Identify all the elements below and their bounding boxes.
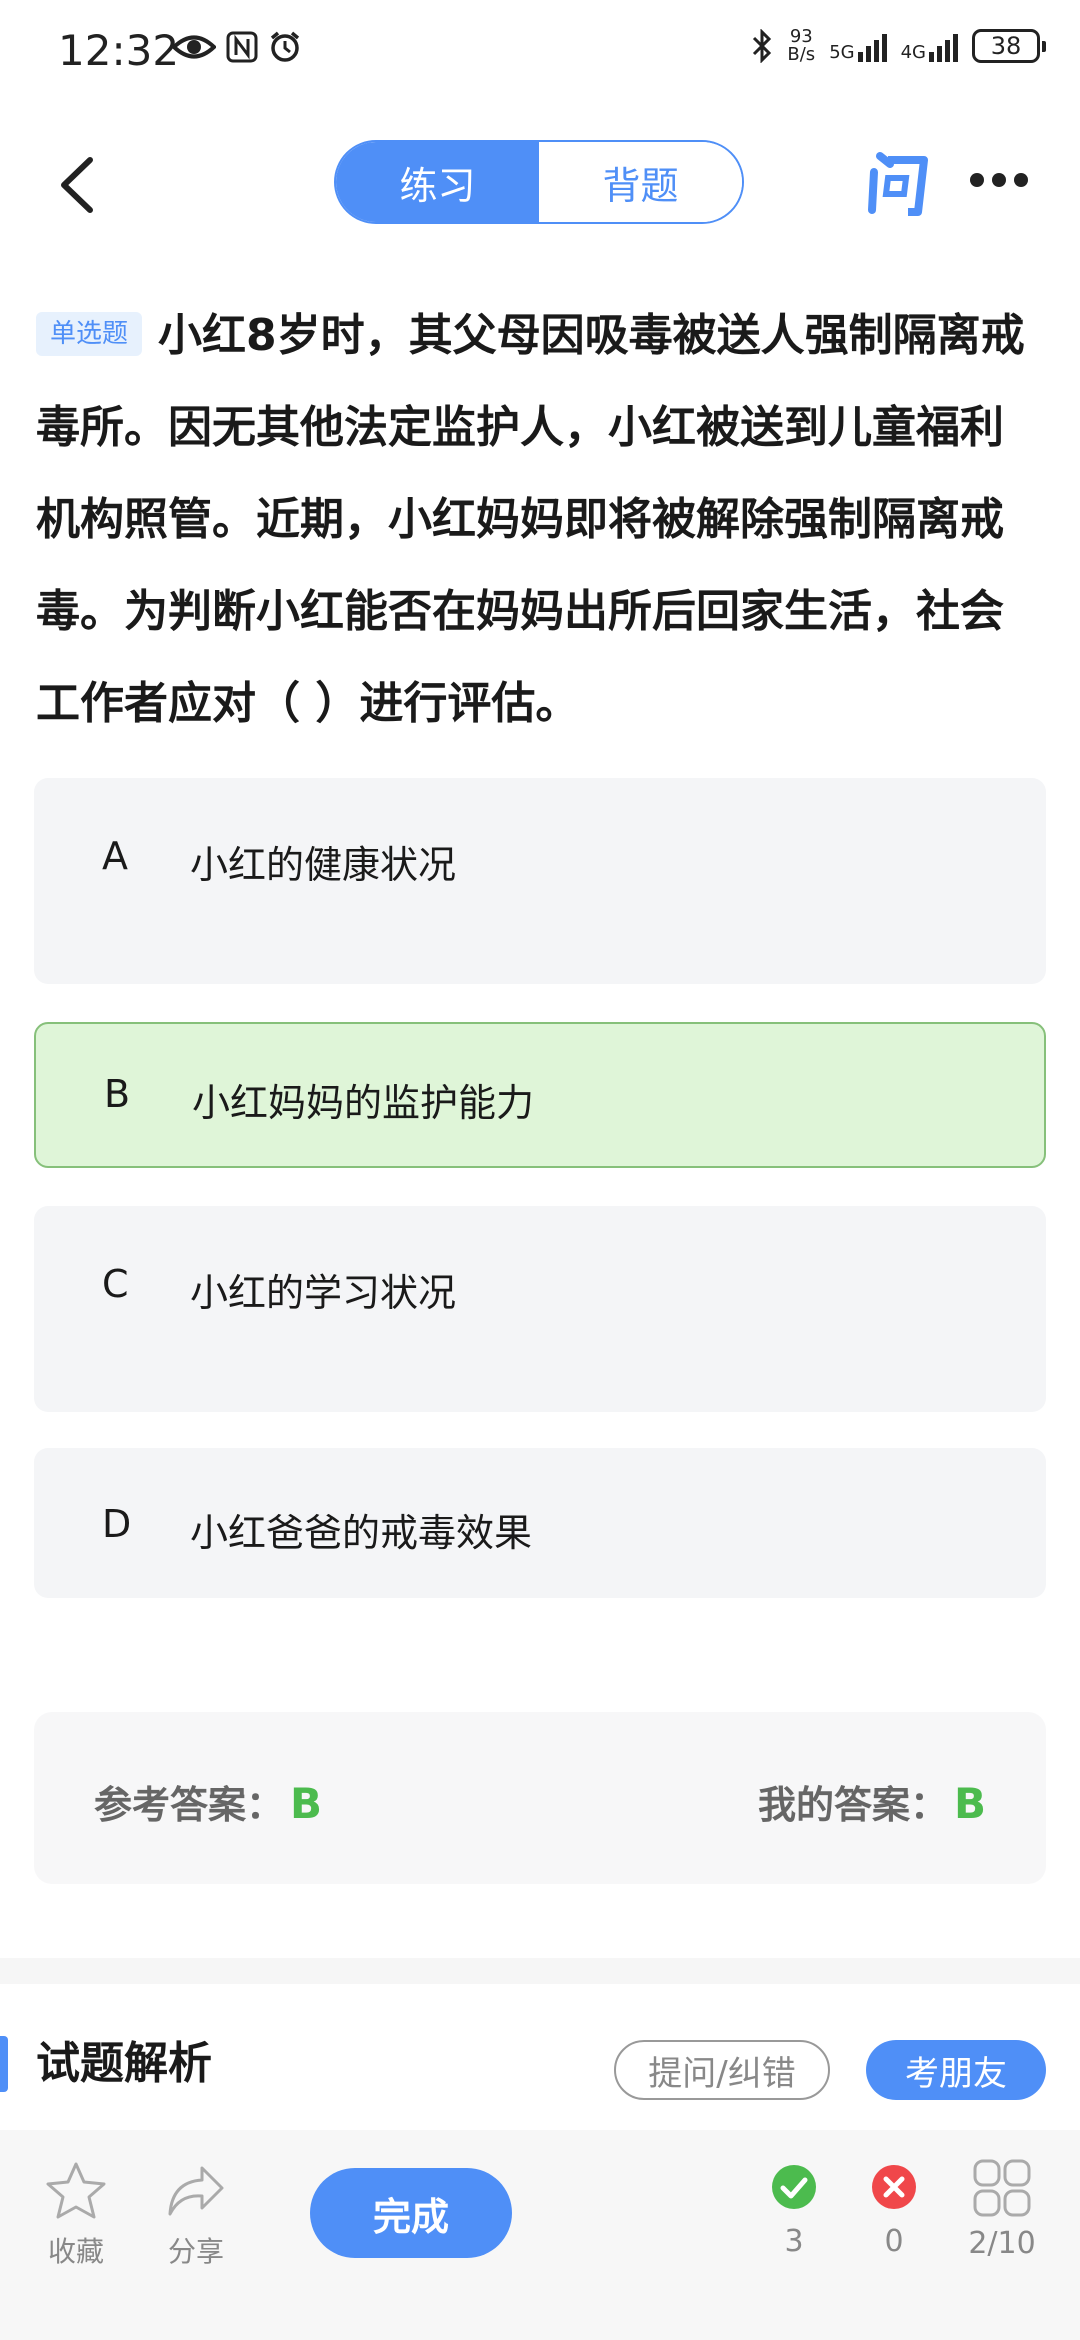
- option-b[interactable]: B 小红妈妈的监护能力: [34, 1022, 1046, 1168]
- status-left-icons: [172, 30, 302, 64]
- section-divider: [0, 1958, 1080, 1984]
- answer-summary: 参考答案： B 我的答案： B: [34, 1712, 1046, 1884]
- my-answer: 我的答案： B: [758, 1774, 986, 1829]
- answer-sheet-button[interactable]: 2/10: [962, 2158, 1042, 2261]
- option-text: 小红的健康状况: [190, 843, 457, 887]
- option-c[interactable]: C 小红的学习状况: [34, 1206, 1046, 1412]
- status-time: 12:32: [58, 26, 180, 75]
- chevron-left-icon: [61, 157, 93, 213]
- tab-practice[interactable]: 练习: [336, 142, 539, 222]
- share-button[interactable]: 分享: [156, 2160, 236, 2270]
- option-text: 小红的学习状况: [190, 1271, 457, 1315]
- net-5g-label: 5G: [829, 42, 855, 63]
- back-button[interactable]: [50, 150, 110, 220]
- reference-answer-label: 参考答案：: [94, 1783, 285, 1827]
- quiz-friend-button[interactable]: 考朋友: [866, 2040, 1046, 2100]
- ask-icon[interactable]: [866, 148, 928, 218]
- speed-unit: B/s: [787, 44, 816, 65]
- status-bar: 12:32 93 B/s 5G 4G 38: [0, 0, 1080, 110]
- correct-count[interactable]: 3: [762, 2164, 826, 2259]
- net-4g-label: 4G: [900, 42, 926, 63]
- question-stem: 单选题 小红8岁时，其父母因吸毒被送人强制隔离戒毒所。因无其他法定监护人，小红被送…: [36, 290, 1046, 750]
- option-text: 小红爸爸的戒毒效果: [190, 1511, 533, 1555]
- network-speed: 93 B/s: [787, 28, 815, 64]
- signal-bars-icon: [857, 30, 887, 62]
- section-accent-bar: [0, 2036, 8, 2092]
- signal-bars-icon: [929, 30, 958, 62]
- question-type-badge: 单选题: [36, 312, 143, 356]
- option-d[interactable]: D 小红爸爸的戒毒效果: [34, 1448, 1046, 1598]
- share-icon: [168, 2166, 224, 2216]
- favorite-button[interactable]: 收藏: [36, 2160, 116, 2270]
- ask-correct-button[interactable]: 提问/纠错: [614, 2040, 830, 2100]
- eye-icon: [172, 35, 216, 59]
- wrong-count[interactable]: 0: [862, 2164, 926, 2259]
- my-answer-label: 我的答案：: [757, 1783, 948, 1827]
- analysis-title: 试题解析: [36, 2038, 212, 2089]
- alarm-icon: [270, 31, 300, 62]
- question-text: 小红8岁时，其父母因吸毒被送人强制隔离戒毒所。因无其他法定监护人，小红被送到儿童…: [36, 310, 1025, 729]
- signal-5g: 5G: [829, 30, 887, 63]
- battery-icon: 38: [972, 29, 1046, 63]
- grid-icon: [973, 2159, 1031, 2217]
- correct-count-value: 3: [784, 2224, 804, 2259]
- wrong-count-value: 0: [884, 2224, 904, 2259]
- option-text: 小红妈妈的监护能力: [192, 1081, 535, 1125]
- bluetooth-icon: [753, 29, 772, 63]
- battery-level: 38: [990, 32, 1022, 60]
- reference-answer: 参考答案： B: [94, 1774, 322, 1829]
- finish-button[interactable]: 完成: [310, 2168, 512, 2258]
- bottom-toolbar: 收藏 分享 完成 3 0 2/10: [0, 2130, 1080, 2340]
- option-letter: B: [104, 1072, 131, 1116]
- more-button[interactable]: [970, 160, 1034, 200]
- progress-value: 2/10: [968, 2226, 1036, 2261]
- option-letter: A: [102, 834, 128, 878]
- x-circle-icon: [872, 2165, 916, 2209]
- signal-4g: 4G: [901, 30, 958, 62]
- check-circle-icon: [772, 2165, 816, 2209]
- option-letter: C: [102, 1262, 129, 1306]
- my-answer-value: B: [953, 1779, 986, 1828]
- option-a[interactable]: A 小红的健康状况: [34, 778, 1046, 984]
- share-label: 分享: [167, 2235, 224, 2268]
- reference-answer-value: B: [290, 1779, 323, 1828]
- status-right-icons: 93 B/s 5G 4G 38: [751, 28, 1046, 64]
- tab-memorize[interactable]: 背题: [539, 142, 742, 222]
- option-letter: D: [102, 1502, 132, 1546]
- star-icon: [46, 2162, 106, 2219]
- header: 练习 背题: [0, 130, 1080, 240]
- mode-switch: 练习 背题: [334, 140, 744, 224]
- favorite-label: 收藏: [47, 2235, 104, 2268]
- nfc-icon: [226, 31, 258, 63]
